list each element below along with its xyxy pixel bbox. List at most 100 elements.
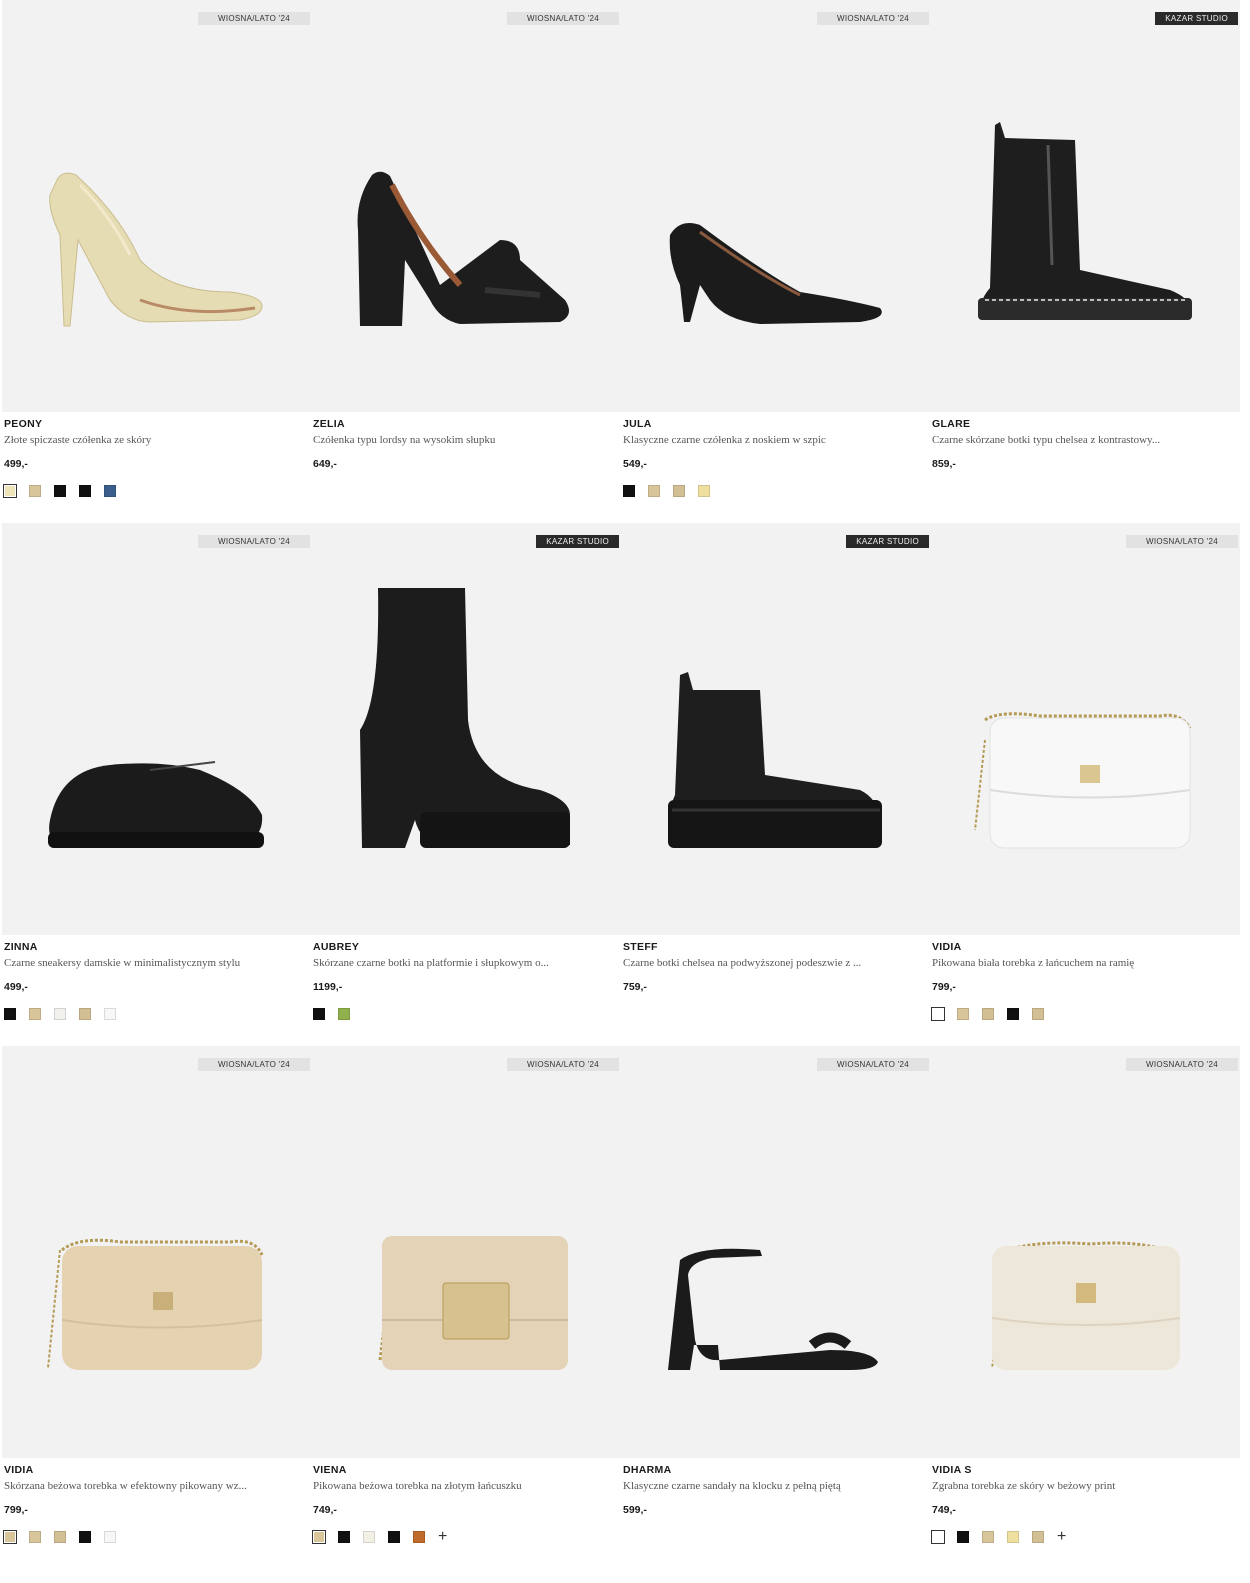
color-swatch[interactable]	[982, 1531, 994, 1543]
product-name[interactable]: PEONY	[2, 418, 312, 430]
product-image[interactable]: WIOSNA/LATO '24	[311, 1046, 621, 1458]
product-image[interactable]: WIOSNA/LATO '24	[621, 1046, 931, 1458]
collection-badge: KAZAR STUDIO	[846, 535, 929, 548]
color-swatch[interactable]	[79, 1008, 91, 1020]
color-swatch[interactable]	[338, 1008, 350, 1020]
color-swatch[interactable]	[104, 1531, 116, 1543]
color-swatch[interactable]	[1007, 1531, 1019, 1543]
color-swatch[interactable]	[79, 1531, 91, 1543]
collection-badge: WIOSNA/LATO '24	[198, 535, 310, 548]
product-card[interactable]: WIOSNA/LATO '24 JULA Klasyczne czarne cz…	[621, 0, 931, 498]
product-name[interactable]: JULA	[621, 418, 931, 430]
color-swatch[interactable]	[29, 1531, 41, 1543]
product-image[interactable]: WIOSNA/LATO '24	[2, 0, 312, 412]
product-description[interactable]: Czarne skórzane botki typu chelsea z kon…	[930, 434, 1230, 446]
color-swatch[interactable]	[1032, 1008, 1044, 1020]
color-swatch[interactable]	[4, 1008, 16, 1020]
color-swatch[interactable]	[363, 1531, 375, 1543]
color-swatch[interactable]	[648, 485, 660, 497]
color-swatch[interactable]	[104, 485, 116, 497]
product-name[interactable]: VIDIA	[2, 1464, 312, 1476]
product-description[interactable]: Klasyczne czarne sandały na klocku z peł…	[621, 1480, 921, 1492]
product-card[interactable]: WIOSNA/LATO '24 ZINNA Czarne sneakersy d…	[2, 523, 312, 1021]
product-card[interactable]: WIOSNA/LATO '24 VIDIA Skórzana beżowa to…	[2, 1046, 312, 1544]
more-colors-plus-icon[interactable]: +	[438, 1529, 447, 1545]
color-swatch[interactable]	[54, 1531, 66, 1543]
product-image[interactable]: WIOSNA/LATO '24	[621, 0, 931, 412]
product-price: 549,-	[623, 458, 647, 470]
color-swatch[interactable]	[29, 485, 41, 497]
product-card[interactable]: KAZAR STUDIO GLARE Czarne skórzane botki…	[930, 0, 1240, 498]
product-image[interactable]: WIOSNA/LATO '24	[2, 1046, 312, 1458]
product-image[interactable]: WIOSNA/LATO '24	[2, 523, 312, 935]
color-swatch[interactable]	[3, 1530, 17, 1544]
gold-pump-heel-icon	[49, 172, 263, 327]
product-card[interactable]: WIOSNA/LATO '24 PEONY Złote spiczaste cz…	[2, 0, 312, 498]
color-swatch[interactable]	[54, 1008, 66, 1020]
color-swatch[interactable]	[312, 1530, 326, 1544]
product-card[interactable]: WIOSNA/LATO '24 VIENA Pikowana beżowa to…	[311, 1046, 621, 1545]
color-swatch[interactable]	[623, 485, 635, 497]
product-image[interactable]: WIOSNA/LATO '24	[930, 523, 1240, 935]
color-swatch[interactable]	[931, 1007, 945, 1021]
product-image[interactable]: WIOSNA/LATO '24	[311, 0, 621, 412]
product-card[interactable]: WIOSNA/LATO '24 ZELIA Czółenka typu lord…	[311, 0, 621, 498]
color-swatch[interactable]	[29, 1008, 41, 1020]
color-swatch[interactable]	[957, 1008, 969, 1020]
color-swatch[interactable]	[413, 1531, 425, 1543]
product-image[interactable]: KAZAR STUDIO	[311, 523, 621, 935]
product-description[interactable]: Skórzane czarne botki na platformie i sł…	[311, 957, 611, 969]
product-image[interactable]: KAZAR STUDIO	[930, 0, 1240, 412]
product-description[interactable]: Zgrabna torebka ze skóry w beżowy print	[930, 1480, 1230, 1492]
product-card[interactable]: WIOSNA/LATO '24 VIDIA S Zgrabna torebka …	[930, 1046, 1240, 1545]
product-description[interactable]: Pikowana biała torebka z łańcuchem na ra…	[930, 957, 1230, 969]
product-description[interactable]: Pikowana beżowa torebka na złotym łańcus…	[311, 1480, 611, 1492]
color-swatch[interactable]	[698, 485, 710, 497]
product-card[interactable]: WIOSNA/LATO '24 DHARMA Klasyczne czarne …	[621, 1046, 931, 1544]
black-loafer-heel-icon	[357, 171, 569, 326]
collection-badge: WIOSNA/LATO '24	[817, 1058, 929, 1071]
product-name[interactable]: ZINNA	[2, 941, 312, 953]
black-chunky-chelsea-icon	[668, 672, 882, 848]
color-swatches	[621, 1530, 931, 1544]
product-image[interactable]: WIOSNA/LATO '24	[930, 1046, 1240, 1458]
product-name[interactable]: VIDIA S	[930, 1464, 1240, 1476]
product-description[interactable]: Skórzana beżowa torebka w efektowny piko…	[2, 1480, 302, 1492]
black-chelsea-boot-icon	[978, 122, 1192, 320]
product-description[interactable]: Czółenka typu lordsy na wysokim słupku	[311, 434, 611, 446]
color-swatch[interactable]	[982, 1008, 994, 1020]
more-colors-plus-icon[interactable]: +	[1057, 1529, 1066, 1545]
color-swatch[interactable]	[313, 1008, 325, 1020]
color-swatch[interactable]	[1007, 1008, 1019, 1020]
product-name[interactable]: VIDIA	[930, 941, 1240, 953]
product-name[interactable]: VIENA	[311, 1464, 621, 1476]
color-swatch[interactable]	[3, 484, 17, 498]
product-name[interactable]: ZELIA	[311, 418, 621, 430]
product-card[interactable]: KAZAR STUDIO STEFF Czarne botki chelsea …	[621, 523, 931, 1021]
product-name[interactable]: DHARMA	[621, 1464, 931, 1476]
product-description[interactable]: Złote spiczaste czółenka ze skóry	[2, 434, 302, 446]
color-swatch[interactable]	[388, 1531, 400, 1543]
black-sneaker-icon	[48, 761, 264, 848]
product-description[interactable]: Klasyczne czarne czółenka z noskiem w sz…	[621, 434, 921, 446]
color-swatch[interactable]	[957, 1531, 969, 1543]
black-kitten-pump-icon	[669, 222, 882, 324]
color-swatches: +	[311, 1529, 621, 1545]
product-description[interactable]: Czarne sneakersy damskie w minimalistycz…	[2, 957, 302, 969]
color-swatch[interactable]	[79, 485, 91, 497]
product-price: 1199,-	[313, 981, 343, 993]
product-name[interactable]: GLARE	[930, 418, 1240, 430]
product-name[interactable]: STEFF	[621, 941, 931, 953]
product-card[interactable]: WIOSNA/LATO '24 VIDIA Pikowana biała tor…	[930, 523, 1240, 1021]
color-swatch[interactable]	[1032, 1531, 1044, 1543]
product-image[interactable]: KAZAR STUDIO	[621, 523, 931, 935]
product-card[interactable]: KAZAR STUDIO AUBREY Skórzane czarne botk…	[311, 523, 621, 1021]
color-swatch[interactable]	[931, 1530, 945, 1544]
color-swatch[interactable]	[54, 485, 66, 497]
color-swatch[interactable]	[673, 485, 685, 497]
product-name[interactable]: AUBREY	[311, 941, 621, 953]
cream-monogram-bag-icon	[991, 1241, 1181, 1370]
color-swatch[interactable]	[338, 1531, 350, 1543]
color-swatch[interactable]	[104, 1008, 116, 1020]
product-description[interactable]: Czarne botki chelsea na podwyższonej pod…	[621, 957, 921, 969]
